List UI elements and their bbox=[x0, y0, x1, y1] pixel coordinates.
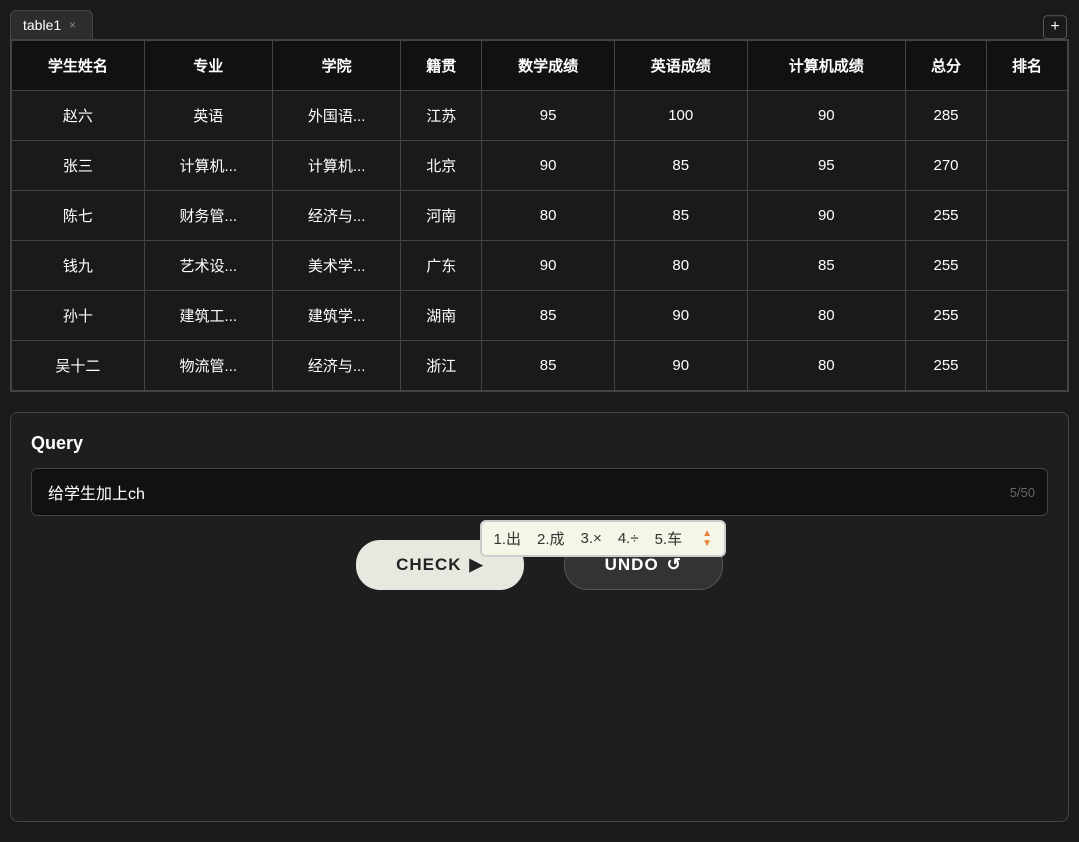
autocomplete-option-2[interactable]: 2.成 bbox=[537, 528, 565, 549]
col-header-hometown: 籍贯 bbox=[401, 41, 482, 91]
undo-icon: ↺ bbox=[667, 555, 682, 575]
table-container: 学生姓名 专业 学院 籍贯 数学成绩 英语成绩 计算机成绩 总分 排名 赵六英语… bbox=[10, 39, 1069, 392]
cell-4-6: 80 bbox=[747, 291, 905, 341]
tab-table1[interactable]: table1 × bbox=[10, 10, 93, 39]
tab-label: table1 bbox=[23, 17, 61, 33]
cell-2-1: 财务管... bbox=[144, 191, 272, 241]
cell-0-2: 外国语... bbox=[272, 91, 400, 141]
cell-5-4: 85 bbox=[482, 341, 615, 391]
autocomplete-option-4[interactable]: 4.÷ bbox=[618, 530, 639, 547]
cell-3-5: 80 bbox=[614, 241, 747, 291]
table-row: 吴十二物流管...经济与...浙江859080255 bbox=[12, 341, 1068, 391]
cell-5-3: 浙江 bbox=[401, 341, 482, 391]
table-row: 钱九艺术设...美术学...广东908085255 bbox=[12, 241, 1068, 291]
cell-4-2: 建筑学... bbox=[272, 291, 400, 341]
cell-0-5: 100 bbox=[614, 91, 747, 141]
col-header-total: 总分 bbox=[906, 41, 987, 91]
cell-2-7: 255 bbox=[906, 191, 987, 241]
autocomplete-arrows[interactable]: ▲ ▼ bbox=[702, 529, 712, 549]
cell-1-3: 北京 bbox=[401, 141, 482, 191]
cell-2-2: 经济与... bbox=[272, 191, 400, 241]
table-row: 张三计算机...计算机...北京908595270 bbox=[12, 141, 1068, 191]
cell-1-8 bbox=[986, 141, 1067, 191]
query-input-wrapper: 5/50 bbox=[31, 468, 1048, 516]
check-label: CHECK bbox=[396, 555, 461, 575]
data-table: 学生姓名 专业 学院 籍贯 数学成绩 英语成绩 计算机成绩 总分 排名 赵六英语… bbox=[11, 40, 1068, 391]
cell-1-1: 计算机... bbox=[144, 141, 272, 191]
query-input[interactable] bbox=[48, 483, 987, 501]
cell-2-6: 90 bbox=[747, 191, 905, 241]
table-row: 赵六英语外国语...江苏9510090285 bbox=[12, 91, 1068, 141]
table-row: 孙十建筑工...建筑学...湖南859080255 bbox=[12, 291, 1068, 341]
cell-1-7: 270 bbox=[906, 141, 987, 191]
cell-0-4: 95 bbox=[482, 91, 615, 141]
cell-2-4: 80 bbox=[482, 191, 615, 241]
cell-1-0: 张三 bbox=[12, 141, 145, 191]
cell-1-2: 计算机... bbox=[272, 141, 400, 191]
query-section: Query 5/50 1.出 2.成 3.× 4.÷ 5.车 ▲ ▼ bbox=[10, 412, 1069, 822]
cell-5-0: 吴十二 bbox=[12, 341, 145, 391]
cell-4-1: 建筑工... bbox=[144, 291, 272, 341]
cell-2-8 bbox=[986, 191, 1067, 241]
cell-4-4: 85 bbox=[482, 291, 615, 341]
cell-5-8 bbox=[986, 341, 1067, 391]
col-header-name: 学生姓名 bbox=[12, 41, 145, 91]
cell-0-7: 285 bbox=[906, 91, 987, 141]
col-header-major: 专业 bbox=[144, 41, 272, 91]
add-tab-button[interactable]: + bbox=[1043, 15, 1067, 39]
cell-3-3: 广东 bbox=[401, 241, 482, 291]
main-content: 学生姓名 专业 学院 籍贯 数学成绩 英语成绩 计算机成绩 总分 排名 赵六英语… bbox=[0, 39, 1079, 842]
cell-0-8 bbox=[986, 91, 1067, 141]
autocomplete-option-5[interactable]: 5.车 bbox=[655, 528, 683, 549]
cell-3-1: 艺术设... bbox=[144, 241, 272, 291]
tab-bar: table1 × + bbox=[0, 0, 1079, 39]
table-header-row: 学生姓名 专业 学院 籍贯 数学成绩 英语成绩 计算机成绩 总分 排名 bbox=[12, 41, 1068, 91]
cell-5-2: 经济与... bbox=[272, 341, 400, 391]
cell-4-0: 孙十 bbox=[12, 291, 145, 341]
cell-3-2: 美术学... bbox=[272, 241, 400, 291]
cell-4-3: 湖南 bbox=[401, 291, 482, 341]
cell-3-4: 90 bbox=[482, 241, 615, 291]
undo-label: UNDO bbox=[605, 555, 659, 575]
autocomplete-option-1[interactable]: 1.出 bbox=[494, 528, 522, 549]
cell-5-6: 80 bbox=[747, 341, 905, 391]
cell-3-6: 85 bbox=[747, 241, 905, 291]
query-label: Query bbox=[31, 433, 1048, 454]
cell-2-3: 河南 bbox=[401, 191, 482, 241]
cell-0-6: 90 bbox=[747, 91, 905, 141]
col-header-cs: 计算机成绩 bbox=[747, 41, 905, 91]
cell-1-6: 95 bbox=[747, 141, 905, 191]
char-count: 5/50 bbox=[1010, 485, 1035, 500]
autocomplete-option-3[interactable]: 3.× bbox=[581, 530, 602, 547]
cell-3-0: 钱九 bbox=[12, 241, 145, 291]
cell-0-0: 赵六 bbox=[12, 91, 145, 141]
cell-2-5: 85 bbox=[614, 191, 747, 241]
close-icon[interactable]: × bbox=[69, 18, 76, 32]
cell-3-7: 255 bbox=[906, 241, 987, 291]
cell-2-0: 陈七 bbox=[12, 191, 145, 241]
cell-5-5: 90 bbox=[614, 341, 747, 391]
table-row: 陈七财务管...经济与...河南808590255 bbox=[12, 191, 1068, 241]
cell-5-1: 物流管... bbox=[144, 341, 272, 391]
cell-4-8 bbox=[986, 291, 1067, 341]
col-header-rank: 排名 bbox=[986, 41, 1067, 91]
cell-3-8 bbox=[986, 241, 1067, 291]
check-icon: ▶ bbox=[470, 555, 484, 575]
cell-4-7: 255 bbox=[906, 291, 987, 341]
col-header-math: 数学成绩 bbox=[482, 41, 615, 91]
cell-1-4: 90 bbox=[482, 141, 615, 191]
autocomplete-popup: 1.出 2.成 3.× 4.÷ 5.车 ▲ ▼ bbox=[480, 520, 726, 557]
cell-1-5: 85 bbox=[614, 141, 747, 191]
cell-5-7: 255 bbox=[906, 341, 987, 391]
col-header-college: 学院 bbox=[272, 41, 400, 91]
cell-0-1: 英语 bbox=[144, 91, 272, 141]
cell-0-3: 江苏 bbox=[401, 91, 482, 141]
col-header-english: 英语成绩 bbox=[614, 41, 747, 91]
cell-4-5: 90 bbox=[614, 291, 747, 341]
